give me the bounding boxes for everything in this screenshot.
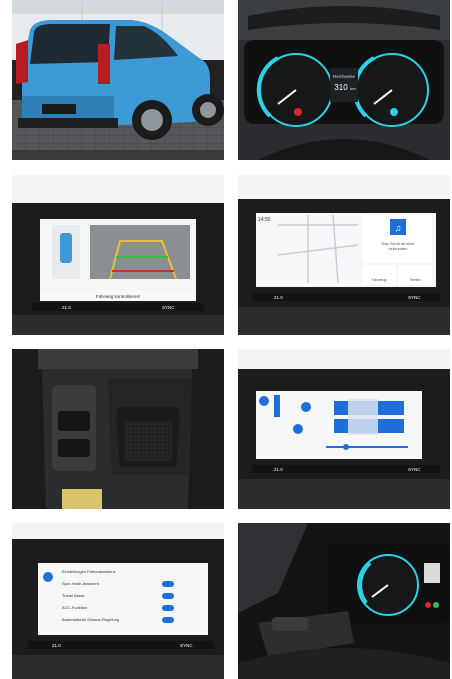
photo-parking-camera: Fahrweg kontrollieren! 21.0 SYNC <box>12 175 224 335</box>
assist-item-label: ACC-Funktion <box>62 605 87 610</box>
svg-text:♫: ♫ <box>395 223 402 233</box>
photo-instrument-cluster: Reichweite 310 km <box>238 0 450 160</box>
parking-caption: Fahrweg kontrollieren! <box>96 294 141 299</box>
auto-hold-button <box>58 439 90 457</box>
sync-label: SYNC <box>162 305 175 310</box>
assist-toggle <box>162 605 174 611</box>
assist-toggle <box>162 581 174 587</box>
instrument-cluster: Reichweite 310 km <box>238 0 450 160</box>
light-switch-stalk <box>272 617 308 631</box>
temp-left: 21.0 <box>52 643 61 648</box>
assist-toggle <box>162 617 174 623</box>
assist-item-label: Automatische Distanz-Regelung <box>62 617 119 622</box>
photo-climate-screen: 21.0 SYNC <box>238 349 450 509</box>
driver-assist-screen: Einstellungen Fahrerassistenz Spur-Halte… <box>12 523 224 679</box>
clock: 14:50 <box>258 217 271 223</box>
media-line-2: verbunden <box>389 246 408 251</box>
photo-driver-assist-screen: Einstellungen Fahrerassistenz Spur-Halte… <box>12 523 224 679</box>
temp-left: 21.0 <box>274 295 283 300</box>
assist-header: Einstellungen Fahrerassistenz <box>62 569 116 574</box>
sync-label: SYNC <box>180 643 193 648</box>
photo-steering-stalk <box>238 523 450 679</box>
assist-item-label: Travel Assist <box>62 593 85 598</box>
car-rear-illustration <box>12 0 224 160</box>
center-console <box>12 349 224 509</box>
sync-label: SYNC <box>408 295 421 300</box>
tile-vehicle-label: Fahrzeug <box>372 278 387 282</box>
steering-stalk-closeup <box>238 523 450 679</box>
warning-light-icon <box>294 108 302 116</box>
parking-brake-button <box>58 411 90 431</box>
assist-item-label: Spur-Halte-Assistent <box>62 581 100 586</box>
assist-toggle <box>162 593 174 599</box>
fan-icon <box>301 402 311 412</box>
climate-profile-icon <box>259 396 269 406</box>
airflow-icon <box>293 424 303 434</box>
tile-phone-label: Telefon <box>409 278 420 282</box>
temp-left: 21.0 <box>62 305 71 310</box>
assist-profile-icon <box>43 572 53 582</box>
home-screen: 14:50 ♫ Das Gerät ist nicht verbunden Fa… <box>238 175 450 335</box>
parking-camera-screen: Fahrweg kontrollieren! 21.0 SYNC <box>12 175 224 335</box>
photo-car-rear <box>12 0 224 160</box>
fan-slider-handle <box>343 444 349 450</box>
photo-center-console <box>12 349 224 509</box>
range-unit: km <box>350 86 356 91</box>
range-label: Reichweite <box>333 74 356 79</box>
temp-left: 21.0 <box>274 467 283 472</box>
climate-screen: 21.0 SYNC <box>238 349 450 509</box>
photo-home-screen: 14:50 ♫ Das Gerät ist nicht verbunden Fa… <box>238 175 450 335</box>
range-value: 310 <box>334 83 348 92</box>
sync-label: SYNC <box>408 467 421 472</box>
